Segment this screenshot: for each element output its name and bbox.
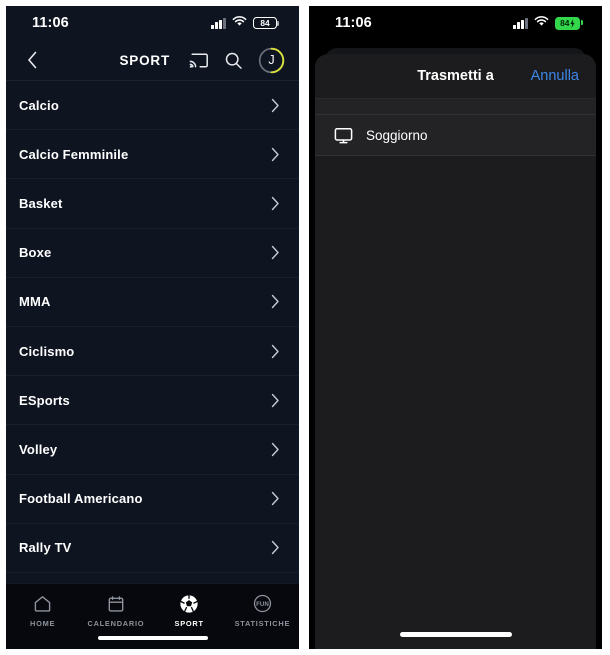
tab-sport[interactable]: SPORT	[153, 593, 226, 628]
tab-label: STATISTICHE	[234, 619, 291, 628]
cast-icon[interactable]	[188, 50, 209, 71]
list-item[interactable]: ESports	[6, 376, 299, 426]
cast-sheet-body: Soggiorno	[315, 99, 596, 156]
calendar-icon	[105, 593, 126, 614]
avatar[interactable]: J	[258, 47, 285, 74]
list-item[interactable]: Rally TV	[6, 524, 299, 573]
list-item[interactable]: Ciclismo	[6, 327, 299, 377]
device-list-item[interactable]: Soggiorno	[315, 114, 596, 156]
tv-monitor-icon	[333, 125, 353, 145]
home-icon	[32, 593, 53, 614]
cast-sheet-title: Trasmetti a	[417, 68, 494, 84]
list-item-label: Ciclismo	[19, 343, 75, 359]
back-chevron-icon[interactable]	[22, 50, 42, 70]
list-item[interactable]: Boxe	[6, 229, 299, 278]
list-item[interactable]: Basket	[6, 179, 299, 229]
tab-label: SPORT	[174, 619, 204, 628]
home-indicator[interactable]	[97, 635, 208, 640]
sport-category-list: Calcio Calcio Femminile Basket Boxe MMA …	[6, 81, 299, 573]
page-title: SPORT	[119, 52, 170, 68]
tab-calendario[interactable]: CALENDARIO	[79, 593, 152, 628]
status-bar-indicators: 84	[211, 14, 280, 32]
tab-home[interactable]: HOME	[6, 593, 79, 628]
chevron-right-icon	[268, 491, 282, 506]
status-bar-indicators: 84	[513, 14, 584, 32]
chevron-right-icon	[268, 442, 282, 457]
list-item-label: Boxe	[19, 245, 52, 261]
status-bar-clock: 11:06	[335, 15, 372, 31]
search-icon[interactable]	[223, 50, 244, 71]
fun-stats-icon: FUN	[252, 593, 273, 614]
avatar-initial: J	[268, 52, 275, 67]
list-item[interactable]: Volley	[6, 425, 299, 475]
status-bar: 11:06 84	[6, 6, 299, 40]
chevron-right-icon	[268, 147, 282, 161]
list-item-label: Calcio Femminile	[19, 146, 129, 162]
soccer-ball-icon	[179, 593, 200, 614]
status-bar-clock: 11:06	[32, 15, 69, 31]
cancel-button[interactable]: Annulla	[531, 68, 579, 84]
left-phone-screen: 11:06 84 SPORT J Calcio Calcio Femminile…	[6, 6, 299, 649]
chevron-right-icon	[268, 196, 282, 211]
app-header: SPORT J	[6, 40, 299, 80]
cellular-bars-icon	[211, 17, 226, 29]
wifi-icon	[534, 14, 549, 32]
list-item[interactable]: Football Americano	[6, 475, 299, 524]
battery-level-label: 84	[260, 17, 270, 28]
chevron-right-icon	[268, 295, 282, 309]
list-item[interactable]: Calcio	[6, 81, 299, 131]
cast-sheet-header: Trasmetti a Annulla	[315, 54, 596, 99]
list-item[interactable]: Calcio Femminile	[6, 130, 299, 180]
bottom-tab-bar: HOME CALENDARIO SPORT FUN STATISTICHE	[6, 583, 299, 649]
list-item-label: Calcio	[19, 97, 59, 113]
list-item-label: Volley	[19, 441, 58, 457]
list-item-label: ESports	[19, 392, 70, 408]
list-item-label: Football Americano	[19, 491, 143, 507]
list-item[interactable]: MMA	[6, 278, 299, 327]
tab-statistiche[interactable]: FUN STATISTICHE	[226, 593, 299, 628]
chevron-right-icon	[268, 344, 282, 358]
device-list-spacer	[315, 99, 596, 114]
cast-sheet: Trasmetti a Annulla Soggiorno	[315, 54, 596, 649]
list-item-label: Basket	[19, 195, 63, 211]
svg-text:FUN: FUN	[256, 601, 269, 608]
chevron-right-icon	[268, 98, 282, 112]
chevron-right-icon	[268, 541, 282, 555]
list-item-label: MMA	[19, 294, 51, 310]
chevron-right-icon	[268, 393, 282, 407]
lightning-bolt-icon	[570, 18, 575, 28]
cellular-bars-icon	[513, 17, 528, 29]
wifi-icon	[232, 14, 247, 32]
home-indicator[interactable]	[399, 632, 512, 637]
tab-label: CALENDARIO	[87, 619, 145, 628]
right-phone-screen: 11:06 84 Trasmetti a Annulla Soggiorno	[309, 6, 602, 649]
battery-icon: 84	[253, 16, 280, 30]
chevron-right-icon	[268, 245, 282, 260]
header-actions: J	[188, 47, 285, 74]
battery-level-label: 84	[560, 17, 570, 28]
tab-label: HOME	[30, 619, 56, 628]
device-name-label: Soggiorno	[366, 127, 428, 143]
list-item-label: Rally TV	[19, 540, 72, 556]
screenshot-stage: 11:06 84 SPORT J Calcio Calcio Femminile…	[0, 0, 610, 655]
status-bar: 11:06 84	[309, 6, 602, 40]
battery-charging-icon: 84	[555, 16, 584, 30]
